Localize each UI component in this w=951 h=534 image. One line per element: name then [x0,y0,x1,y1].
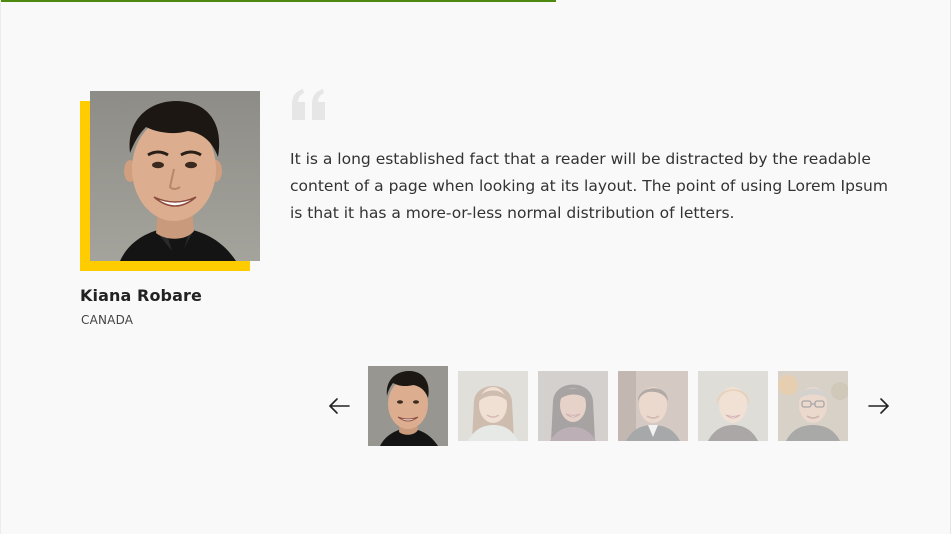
left-divider [0,0,1,534]
person-name: Kiana Robare [80,286,202,305]
avatar [90,91,260,261]
thumbnail-3[interactable] [538,371,608,441]
arrow-left-icon[interactable] [327,395,351,417]
arrow-right-icon[interactable] [867,395,891,417]
testimonial-photo [80,91,260,271]
thumbnail-6[interactable] [778,371,848,441]
thumbnail-1[interactable] [368,366,448,446]
quote-icon [290,88,330,122]
testimonial-carousel [320,365,900,447]
thumbnail-2[interactable] [458,371,528,441]
testimonial-quote: It is a long established fact that a rea… [290,150,888,222]
progress-bar [0,0,951,2]
progress-fill [0,0,557,2]
thumbnail-5[interactable] [698,371,768,441]
thumbnail-4[interactable] [618,371,688,441]
person-country: CANADA [81,313,134,327]
